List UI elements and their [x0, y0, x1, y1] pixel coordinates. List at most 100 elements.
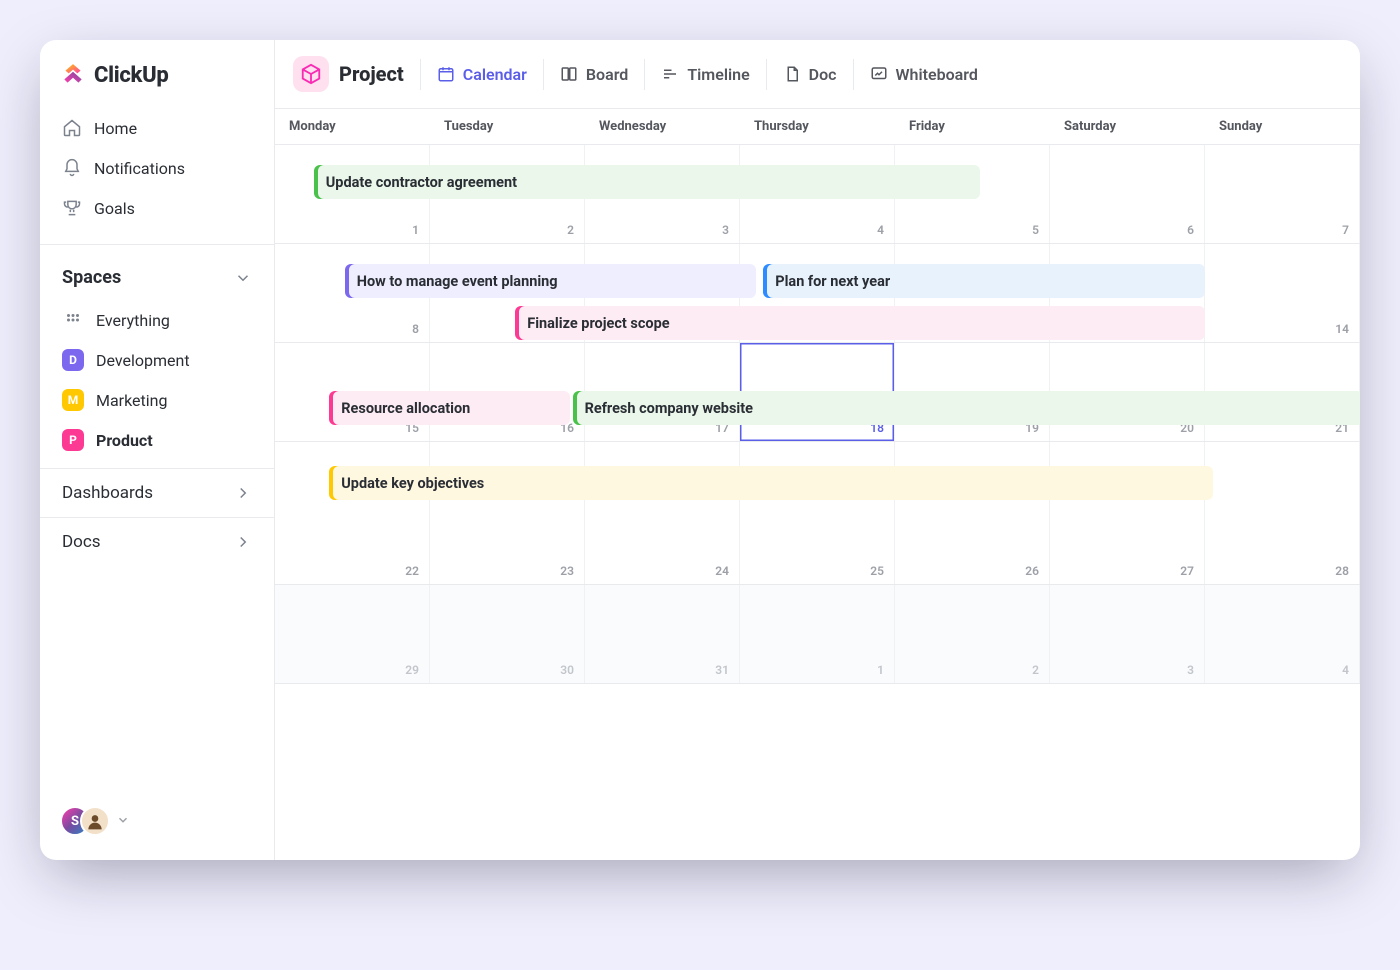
- calendar-cell[interactable]: 24: [585, 442, 740, 584]
- chevron-right-icon: [234, 484, 252, 502]
- calendar-cell[interactable]: 2: [895, 585, 1050, 683]
- calendar-cell[interactable]: 30: [430, 585, 585, 683]
- tab-label: Doc: [809, 65, 837, 84]
- tab-label: Board: [586, 65, 628, 84]
- calendar-event[interactable]: How to manage event planning: [345, 264, 756, 298]
- calendar-cell[interactable]: 26: [895, 442, 1050, 584]
- sidebar-space-development[interactable]: DDevelopment: [40, 340, 274, 380]
- brand-text: ClickUp: [94, 63, 169, 88]
- event-label: How to manage event planning: [357, 273, 558, 290]
- tab-timeline[interactable]: Timeline: [644, 59, 765, 90]
- date-number: 29: [405, 663, 419, 677]
- calendar-row: 22 23 24 25 26 27 28 Update key objectives: [275, 442, 1360, 585]
- calendar-event[interactable]: Finalize project scope: [515, 306, 1205, 340]
- timeline-icon: [661, 65, 679, 83]
- sidebar-item-dashboards[interactable]: Dashboards: [40, 468, 274, 517]
- calendar-cell[interactable]: 29: [275, 585, 430, 683]
- weekday-header: Saturday: [1050, 109, 1205, 145]
- date-number: 1: [412, 223, 419, 237]
- tab-board[interactable]: Board: [543, 59, 644, 90]
- calendar-row: 29 30 31 12 34: [275, 585, 1360, 684]
- calendar: MondayTuesdayWednesdayThursdayFridaySatu…: [275, 109, 1360, 860]
- date-number: 30: [560, 663, 574, 677]
- calendar-cell[interactable]: 1: [740, 585, 895, 683]
- calendar-event[interactable]: Resource allocation: [329, 391, 569, 425]
- date-number: 23: [560, 564, 574, 578]
- date-number: 25: [870, 564, 884, 578]
- calendar-event[interactable]: Plan for next year: [763, 264, 1205, 298]
- tab-calendar[interactable]: Calendar: [420, 59, 543, 90]
- calendar-event[interactable]: Update contractor agreement: [314, 165, 981, 199]
- date-number: 1: [877, 663, 884, 677]
- divider: [40, 244, 274, 245]
- main-area: Project Calendar Board Timeline Doc Whiteboa…: [275, 40, 1360, 860]
- sidebar-space-marketing[interactable]: MMarketing: [40, 380, 274, 420]
- calendar-cell[interactable]: 6: [1050, 145, 1205, 243]
- dashboards-label: Dashboards: [62, 483, 153, 503]
- sidebar-space-product[interactable]: PProduct: [40, 420, 274, 460]
- nav-label: Goals: [94, 199, 135, 218]
- chevron-down-icon[interactable]: [116, 812, 134, 830]
- tab-label: Whiteboard: [896, 65, 978, 84]
- date-number: 22: [405, 564, 419, 578]
- sidebar-item-docs[interactable]: Docs: [40, 517, 274, 566]
- tab-whiteboard[interactable]: Whiteboard: [853, 59, 994, 90]
- event-label: Refresh company website: [585, 400, 753, 417]
- docs-label: Docs: [62, 532, 101, 552]
- sidebar: ClickUp Home Notifications Goals: [40, 40, 275, 860]
- date-number: 4: [877, 223, 884, 237]
- calendar-cell[interactable]: 28: [1205, 442, 1360, 584]
- cube-icon: [293, 56, 329, 92]
- date-number: 2: [567, 223, 574, 237]
- avatar[interactable]: [80, 806, 110, 836]
- calendar-cell[interactable]: 4: [1205, 585, 1360, 683]
- sidebar-item-everything[interactable]: Everything: [40, 300, 274, 340]
- calendar-event[interactable]: Refresh company website: [573, 391, 1360, 425]
- date-number: 3: [1187, 663, 1194, 677]
- calendar-cell[interactable]: 23: [430, 442, 585, 584]
- project-name: Project: [339, 62, 404, 86]
- user-footer[interactable]: S: [40, 796, 274, 846]
- space-label: Marketing: [96, 391, 167, 410]
- event-label: Update key objectives: [341, 475, 484, 492]
- calendar-cell[interactable]: 22: [275, 442, 430, 584]
- nav-label: Home: [94, 119, 137, 138]
- calendar-row: 891011121314How to manage event planning…: [275, 244, 1360, 343]
- calendar-cell[interactable]: 14: [1205, 244, 1360, 342]
- tab-doc[interactable]: Doc: [766, 59, 853, 90]
- calendar-cell[interactable]: 31: [585, 585, 740, 683]
- weekday-header: Sunday: [1205, 109, 1360, 145]
- event-label: Plan for next year: [775, 273, 890, 290]
- calendar-row: 15161718192021Resource allocationRefresh…: [275, 343, 1360, 442]
- board-icon: [560, 65, 578, 83]
- date-number: 28: [1335, 564, 1349, 578]
- doc-icon: [783, 65, 801, 83]
- nav-notifications[interactable]: Notifications: [48, 148, 266, 188]
- date-number: 24: [715, 564, 729, 578]
- logo[interactable]: ClickUp: [40, 58, 274, 102]
- event-label: Finalize project scope: [527, 315, 669, 332]
- nav-home[interactable]: Home: [48, 108, 266, 148]
- date-number: 5: [1032, 223, 1039, 237]
- date-number: 31: [715, 663, 729, 677]
- calendar-cell[interactable]: 3: [1050, 585, 1205, 683]
- weekday-header: Wednesday: [585, 109, 740, 145]
- calendar-cell[interactable]: 25: [740, 442, 895, 584]
- calendar-event[interactable]: Update key objectives: [329, 466, 1213, 500]
- weekday-header: Thursday: [740, 109, 895, 145]
- space-label: Product: [96, 431, 153, 450]
- tab-label: Calendar: [463, 65, 527, 84]
- weekday-header: Friday: [895, 109, 1050, 145]
- nav-goals[interactable]: Goals: [48, 188, 266, 228]
- event-label: Update contractor agreement: [326, 174, 517, 191]
- date-number: 26: [1025, 564, 1039, 578]
- tab-label: Timeline: [687, 65, 749, 84]
- project-chip[interactable]: Project: [293, 56, 404, 92]
- date-number: 8: [412, 322, 419, 336]
- calendar-cell[interactable]: 7: [1205, 145, 1360, 243]
- app-window: ClickUp Home Notifications Goals: [40, 40, 1360, 860]
- clickup-logo-icon: [60, 62, 86, 88]
- whiteboard-icon: [870, 65, 888, 83]
- spaces-header[interactable]: Spaces: [40, 255, 274, 300]
- calendar-cell[interactable]: 27: [1050, 442, 1205, 584]
